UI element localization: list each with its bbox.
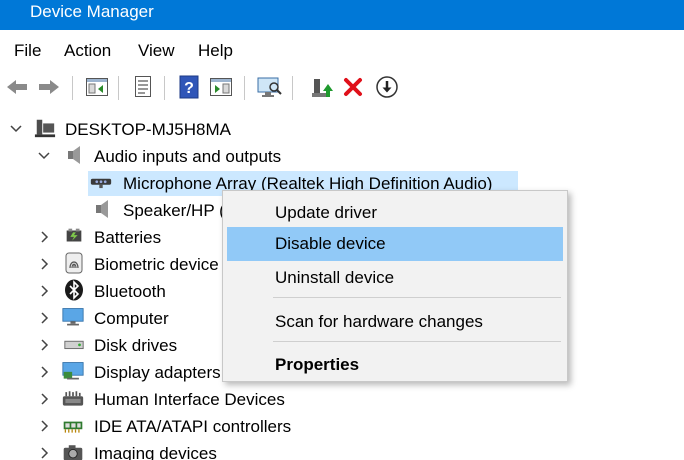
menu-help[interactable]: Help bbox=[198, 40, 233, 62]
menu-separator bbox=[273, 297, 561, 298]
menu-action[interactable]: Action bbox=[64, 40, 111, 62]
toolbar-separator bbox=[72, 76, 73, 100]
menu-item-disable-device[interactable]: Disable device bbox=[227, 227, 563, 261]
menu-item-label: Update driver bbox=[275, 203, 378, 222]
ide-controller-icon bbox=[62, 414, 84, 436]
tree-category-computer[interactable]: Computer bbox=[94, 308, 169, 330]
tree-category-disk-drives[interactable]: Disk drives bbox=[94, 335, 177, 357]
toolbar: ? bbox=[0, 70, 684, 106]
uninstall-icon[interactable] bbox=[340, 74, 366, 100]
menu-view[interactable]: View bbox=[138, 40, 175, 62]
menu-item-label: Properties bbox=[275, 355, 360, 374]
toolbar-separator bbox=[118, 76, 119, 100]
help-icon[interactable]: ? bbox=[176, 74, 202, 100]
menu-item-label: Disable device bbox=[275, 234, 386, 253]
menu-separator bbox=[273, 341, 561, 342]
menu-item-update-driver[interactable]: Update driver bbox=[227, 196, 563, 230]
computer-icon bbox=[34, 117, 56, 139]
menu-item-label: Scan for hardware changes bbox=[275, 312, 483, 331]
tree-category-ide[interactable]: IDE ATA/ATAPI controllers bbox=[94, 416, 291, 438]
tree-category-hid[interactable]: Human Interface Devices bbox=[94, 389, 285, 411]
chevron-right-icon[interactable] bbox=[38, 257, 52, 271]
fingerprint-icon bbox=[63, 252, 85, 274]
title-bar: Device Manager bbox=[0, 0, 684, 30]
chevron-right-icon[interactable] bbox=[38, 446, 52, 460]
disable-device-icon[interactable] bbox=[374, 74, 400, 100]
tree-category-biometric[interactable]: Biometric device bbox=[94, 254, 219, 276]
menu-item-label: Uninstall device bbox=[275, 268, 395, 287]
window-title: Device Manager bbox=[30, 2, 154, 21]
battery-icon bbox=[63, 225, 85, 247]
update-driver-icon[interactable] bbox=[308, 74, 334, 100]
display-adapter-icon bbox=[62, 360, 84, 382]
chevron-down-icon[interactable] bbox=[9, 122, 23, 136]
microphone-array-icon bbox=[90, 172, 112, 194]
context-menu: Update driver Disable device Uninstall d… bbox=[222, 190, 568, 382]
action-pane-icon[interactable] bbox=[208, 74, 234, 100]
tree-category-display-adapters[interactable]: Display adapters bbox=[94, 362, 221, 384]
scan-hardware-icon[interactable] bbox=[256, 74, 282, 100]
toolbar-separator bbox=[164, 76, 165, 100]
disk-drive-icon bbox=[63, 333, 85, 355]
chevron-right-icon[interactable] bbox=[38, 419, 52, 433]
chevron-down-icon[interactable] bbox=[37, 149, 51, 163]
menu-item-properties[interactable]: Properties bbox=[227, 348, 563, 382]
tree-device-speaker[interactable]: Speaker/HP (I bbox=[123, 200, 229, 222]
menu-item-uninstall-device[interactable]: Uninstall device bbox=[227, 261, 563, 295]
chevron-right-icon[interactable] bbox=[38, 284, 52, 298]
tree-category-audio[interactable]: Audio inputs and outputs bbox=[94, 146, 281, 168]
menu-bar: File Action View Help bbox=[0, 30, 684, 70]
chevron-right-icon[interactable] bbox=[38, 392, 52, 406]
speaker-icon bbox=[63, 144, 85, 166]
tree-root-label[interactable]: DESKTOP-MJ5H8MA bbox=[65, 119, 231, 141]
menu-item-scan-hardware[interactable]: Scan for hardware changes bbox=[227, 305, 563, 339]
chevron-right-icon[interactable] bbox=[38, 338, 52, 352]
show-hide-console-tree-icon[interactable] bbox=[84, 74, 110, 100]
bluetooth-icon bbox=[63, 279, 85, 301]
menu-file[interactable]: File bbox=[14, 40, 41, 62]
chevron-right-icon[interactable] bbox=[38, 365, 52, 379]
properties-icon[interactable] bbox=[130, 74, 156, 100]
forward-icon[interactable] bbox=[36, 74, 62, 100]
chevron-right-icon[interactable] bbox=[38, 311, 52, 325]
tree-category-batteries[interactable]: Batteries bbox=[94, 227, 161, 249]
human-interface-device-icon bbox=[62, 387, 84, 409]
monitor-icon bbox=[62, 306, 84, 328]
chevron-right-icon[interactable] bbox=[38, 230, 52, 244]
toolbar-separator bbox=[244, 76, 245, 100]
toolbar-separator bbox=[292, 76, 293, 100]
svg-text:?: ? bbox=[184, 80, 194, 97]
speaker-icon bbox=[91, 198, 113, 220]
back-icon[interactable] bbox=[4, 74, 30, 100]
tree-category-bluetooth[interactable]: Bluetooth bbox=[94, 281, 166, 303]
imaging-device-icon bbox=[62, 441, 84, 460]
tree-category-imaging[interactable]: Imaging devices bbox=[94, 443, 217, 460]
